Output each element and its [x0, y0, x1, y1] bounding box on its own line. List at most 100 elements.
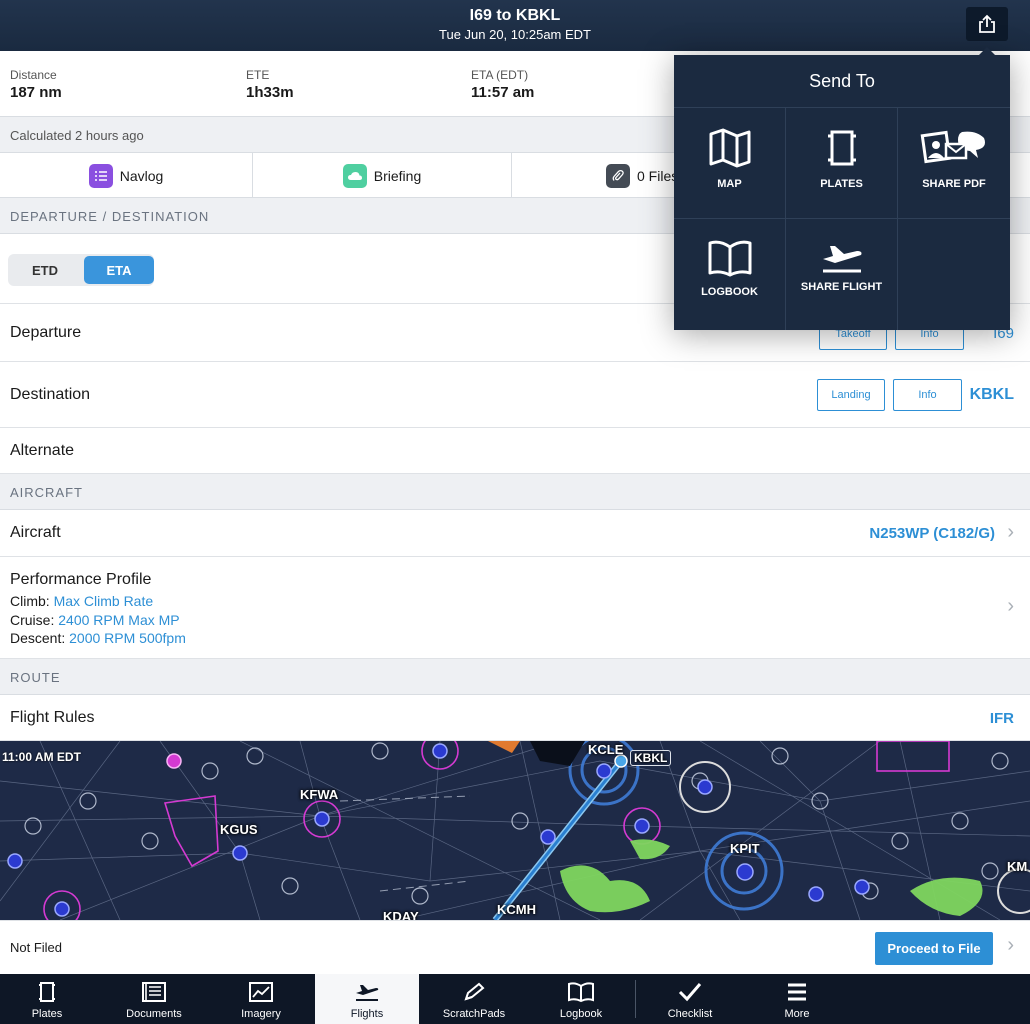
- airplane-icon: [315, 979, 419, 1005]
- cruise-label: Cruise:: [10, 611, 55, 628]
- send-to-label: SHARE PDF: [922, 178, 986, 190]
- cruise-value: 2400 RPM Max MP: [58, 611, 180, 628]
- alternate-row[interactable]: Alternate: [0, 428, 1030, 474]
- stat-label: Distance: [10, 68, 57, 82]
- destination-label: Destination: [10, 386, 91, 403]
- popover-arrow: [978, 47, 996, 56]
- chevron-right-icon: ›: [1007, 934, 1014, 956]
- cloud-icon: [342, 163, 367, 188]
- eta-option[interactable]: ETA: [84, 256, 154, 284]
- filing-status: Not Filed: [10, 940, 63, 955]
- stat-distance: Distance 187 nm: [10, 68, 62, 101]
- list-icon: [88, 163, 113, 188]
- tab-label: Flights: [350, 1008, 384, 1020]
- tab-plates[interactable]: Plates: [0, 974, 99, 1024]
- proceed-to-file-button[interactable]: Proceed to File: [875, 932, 993, 965]
- descent-label: Descent:: [10, 630, 66, 646]
- share-button[interactable]: [966, 7, 1008, 41]
- stat-value: 1h33m: [246, 84, 294, 101]
- map-time: 11:00 AM EDT: [2, 750, 81, 764]
- climb-value: Max Climb Rate: [53, 593, 154, 609]
- section-route: ROUTE: [0, 659, 1030, 695]
- stat-value: 187 nm: [10, 84, 62, 101]
- descent-line: Descent: 2000 RPM 500fpm: [10, 629, 186, 648]
- tab-flights[interactable]: Flights: [315, 974, 419, 1024]
- send-to-label: PLATES: [820, 178, 863, 190]
- time-mode-toggle: ETD ETA: [8, 254, 154, 286]
- destination-info-button[interactable]: Info: [893, 379, 962, 411]
- tab-label: Checklist: [667, 1008, 713, 1020]
- navlog-button[interactable]: Navlog: [0, 153, 253, 198]
- flight-page: I69 to KBKL Tue Jun 20, 10:25am EDT Dist…: [0, 0, 1030, 1024]
- files-label: 0 Files: [637, 167, 679, 184]
- tab-documents[interactable]: Documents: [102, 974, 206, 1024]
- bottom-tab-bar: Plates Documents Imagery Flights Scratch…: [0, 974, 1030, 1024]
- send-to-grid: MAP PLATES SHARE PDF LOGBOOK SHARE FLIGH…: [674, 107, 1010, 330]
- plates-icon: [0, 979, 99, 1005]
- etd-option[interactable]: ETD: [10, 256, 80, 284]
- send-to-map-button[interactable]: MAP: [674, 108, 786, 219]
- pencil-icon: [422, 979, 526, 1005]
- airport-label: KCMH: [497, 902, 536, 917]
- tab-label: Plates: [31, 1008, 63, 1020]
- airport-label: KPIT: [730, 841, 760, 856]
- stat-eta: ETA (EDT) 11:57 am: [471, 68, 534, 101]
- menu-icon: [745, 979, 849, 1005]
- briefing-button[interactable]: Briefing: [253, 153, 512, 198]
- flight-rules-row[interactable]: Flight Rules IFR: [0, 695, 1030, 741]
- book-icon: [529, 979, 633, 1005]
- landing-button[interactable]: Landing: [817, 379, 885, 411]
- airport-label: KFWA: [300, 787, 339, 802]
- performance-details: Climb: Max Climb Rate Cruise: 2400 RPM M…: [10, 592, 186, 648]
- map-graphics: [0, 741, 1030, 920]
- stat-label: ETE: [246, 68, 270, 82]
- tab-label: Logbook: [559, 1008, 603, 1020]
- tab-logbook[interactable]: Logbook: [529, 974, 633, 1024]
- alternate-label: Alternate: [10, 442, 75, 459]
- tab-more[interactable]: More: [745, 974, 849, 1024]
- tab-label: ScratchPads: [442, 1008, 506, 1020]
- destination-row[interactable]: Destination Landing Info KBKL: [0, 362, 1030, 428]
- stat-ete: ETE 1h33m: [246, 68, 294, 101]
- climb-label: Climb:: [10, 593, 50, 609]
- send-to-label: LOGBOOK: [701, 286, 758, 298]
- share-pdf-icon: [898, 126, 1010, 170]
- send-to-empty-cell: [898, 219, 1010, 330]
- descent-value: 2000 RPM 500fpm: [69, 630, 186, 646]
- send-to-share-flight-button[interactable]: SHARE FLIGHT: [786, 219, 898, 330]
- airport-label: KDAY: [383, 909, 419, 920]
- tab-imagery[interactable]: Imagery: [209, 974, 313, 1024]
- tab-label: More: [784, 1008, 810, 1020]
- imagery-icon: [209, 979, 313, 1005]
- documents-icon: [102, 979, 206, 1005]
- route-map[interactable]: 11:00 AM EDT KCLE KBKL KFWA KGUS KPIT KD…: [0, 741, 1030, 920]
- aircraft-row[interactable]: Aircraft N253WP (C182/G) ›: [0, 510, 1030, 557]
- send-to-logbook-button[interactable]: LOGBOOK: [674, 219, 786, 330]
- paperclip-icon: [606, 163, 630, 188]
- flight-rules-label: Flight Rules: [10, 709, 95, 726]
- stat-value: 11:57 am: [471, 84, 535, 101]
- flight-date: Tue Jun 20, 10:25am EDT: [439, 27, 591, 42]
- chevron-right-icon: ›: [1007, 521, 1014, 543]
- tab-scratchpads[interactable]: ScratchPads: [422, 974, 526, 1024]
- flight-title: I69 to KBKL: [469, 7, 561, 24]
- title-bar: I69 to KBKL Tue Jun 20, 10:25am EDT: [0, 0, 1030, 51]
- chevron-right-icon: ›: [1007, 595, 1014, 617]
- flight-rules-value[interactable]: IFR: [990, 710, 1014, 727]
- popover-title: Send To: [809, 71, 875, 91]
- plates-icon: [786, 126, 897, 170]
- climb-line: Climb: Max Climb Rate: [10, 592, 186, 611]
- send-to-plates-button[interactable]: PLATES: [786, 108, 898, 219]
- stat-label: ETA (EDT): [471, 68, 529, 82]
- tab-checklist[interactable]: Checklist: [638, 974, 742, 1024]
- map-icon: [674, 126, 785, 170]
- section-aircraft: AIRCRAFT: [0, 474, 1030, 510]
- airplane-icon: [786, 237, 897, 281]
- send-to-popover: Send To MAP PLATES SHARE PDF LOGBOOK SHA…: [674, 47, 1010, 330]
- airport-label: KBKL: [630, 750, 672, 766]
- cruise-line: Cruise: 2400 RPM Max MP: [10, 611, 186, 630]
- logbook-icon: [674, 237, 785, 281]
- performance-row[interactable]: Performance Profile Climb: Max Climb Rat…: [0, 557, 1030, 659]
- destination-airport[interactable]: KBKL: [970, 386, 1014, 404]
- send-to-share-pdf-button[interactable]: SHARE PDF: [898, 108, 1010, 219]
